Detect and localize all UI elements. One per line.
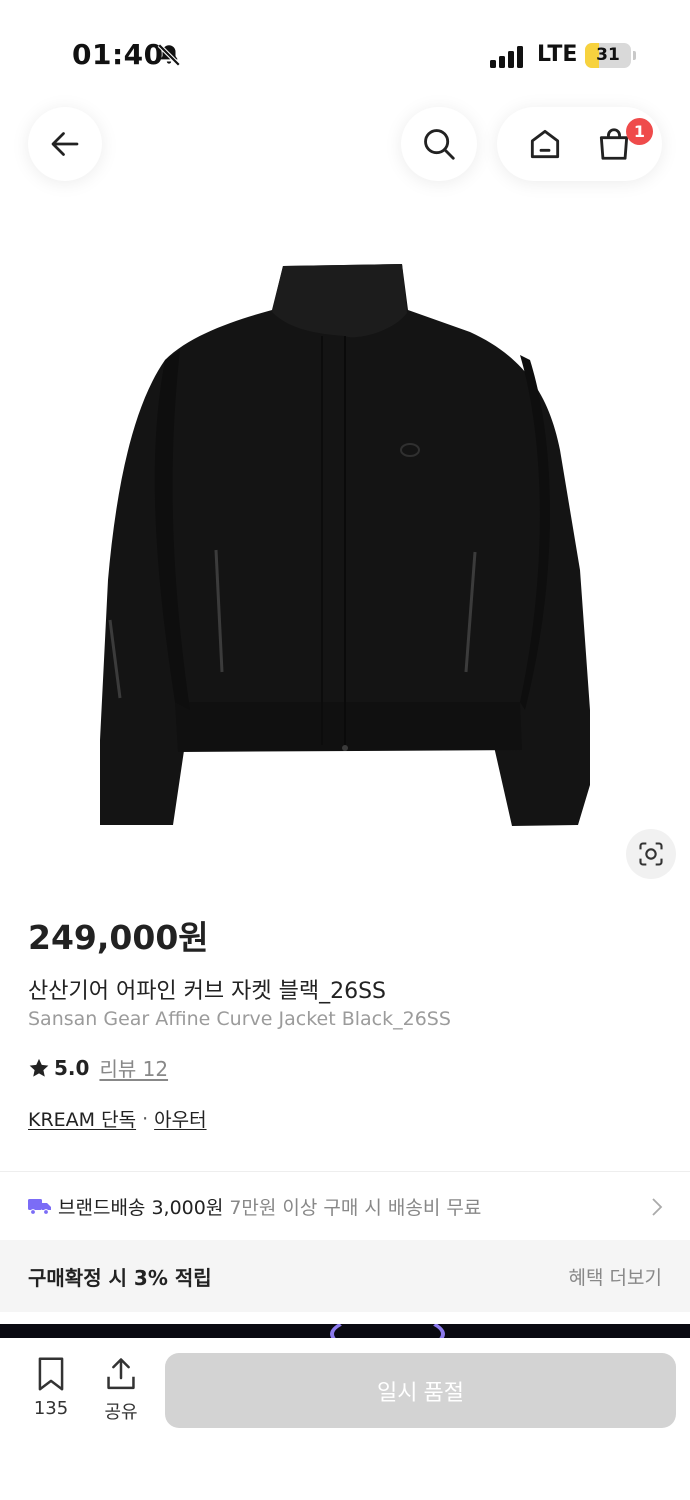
- review-link[interactable]: 리뷰 12: [99, 1053, 168, 1082]
- search-icon: [424, 129, 455, 160]
- network-label: LTE: [537, 42, 578, 67]
- rating-row: 5.0 리뷰 12: [28, 1053, 168, 1082]
- delivery-label: 브랜드배송 3,000원: [58, 1196, 224, 1219]
- bell-slash-icon: [157, 43, 181, 67]
- bottom-action-bar: 135 공유 일시 품절: [0, 1338, 690, 1500]
- home-button[interactable]: [517, 116, 573, 172]
- product-name-en: Sansan Gear Affine Curve Jacket Black_26…: [28, 1008, 451, 1030]
- bookmark-count: 135: [33, 1398, 69, 1419]
- truck-icon: [28, 1199, 51, 1215]
- search-button[interactable]: [401, 107, 477, 181]
- benefit-bar[interactable]: 구매확정 시 3% 적립 혜택 더보기: [0, 1240, 690, 1312]
- bookmark-icon: [38, 1357, 64, 1391]
- delivery-row[interactable]: 브랜드배송 3,000원 7만원 이상 구매 시 배송비 무료: [0, 1172, 690, 1240]
- battery-level: 31: [596, 45, 620, 65]
- chevron-right-icon: [652, 1198, 663, 1216]
- bookmark-button[interactable]: 135: [22, 1356, 80, 1430]
- soldout-button[interactable]: 일시 품절: [165, 1353, 676, 1428]
- jacket-image[interactable]: [0, 240, 690, 880]
- signal-icon: [490, 44, 526, 68]
- tag-row: KREAM 단독 · 아우터: [28, 1105, 207, 1132]
- share-icon: [107, 1358, 135, 1390]
- product-price: 249,000원: [28, 918, 209, 957]
- tag-separator: ·: [142, 1107, 149, 1130]
- arrow-left-icon: [51, 132, 79, 156]
- image-search-button[interactable]: [626, 829, 676, 879]
- cart-count-badge: 1: [626, 118, 653, 145]
- star-icon: [29, 1058, 49, 1077]
- product-name-ko: 산산기어 어파인 커브 자켓 블랙_26SS: [28, 979, 387, 1004]
- benefit-more-link[interactable]: 혜택 더보기: [569, 1263, 662, 1290]
- tag-category[interactable]: 아우터: [154, 1105, 206, 1132]
- scan-icon: [639, 842, 663, 866]
- benefit-text: 구매확정 시 3% 적립: [28, 1265, 212, 1290]
- battery-icon: 31: [585, 43, 631, 68]
- tag-exclusive[interactable]: KREAM 단독: [28, 1105, 136, 1132]
- share-label: 공유: [104, 1402, 138, 1423]
- status-bar: 01:40 LTE 31: [0, 0, 690, 100]
- share-button[interactable]: 공유: [92, 1356, 150, 1430]
- rating-value: 5.0: [54, 1055, 90, 1080]
- status-time: 01:40: [72, 38, 164, 71]
- back-button[interactable]: [28, 107, 102, 181]
- home-icon: [531, 129, 560, 159]
- delivery-note: 7만원 이상 구매 시 배송비 무료: [229, 1196, 482, 1219]
- battery-tip: [633, 51, 636, 60]
